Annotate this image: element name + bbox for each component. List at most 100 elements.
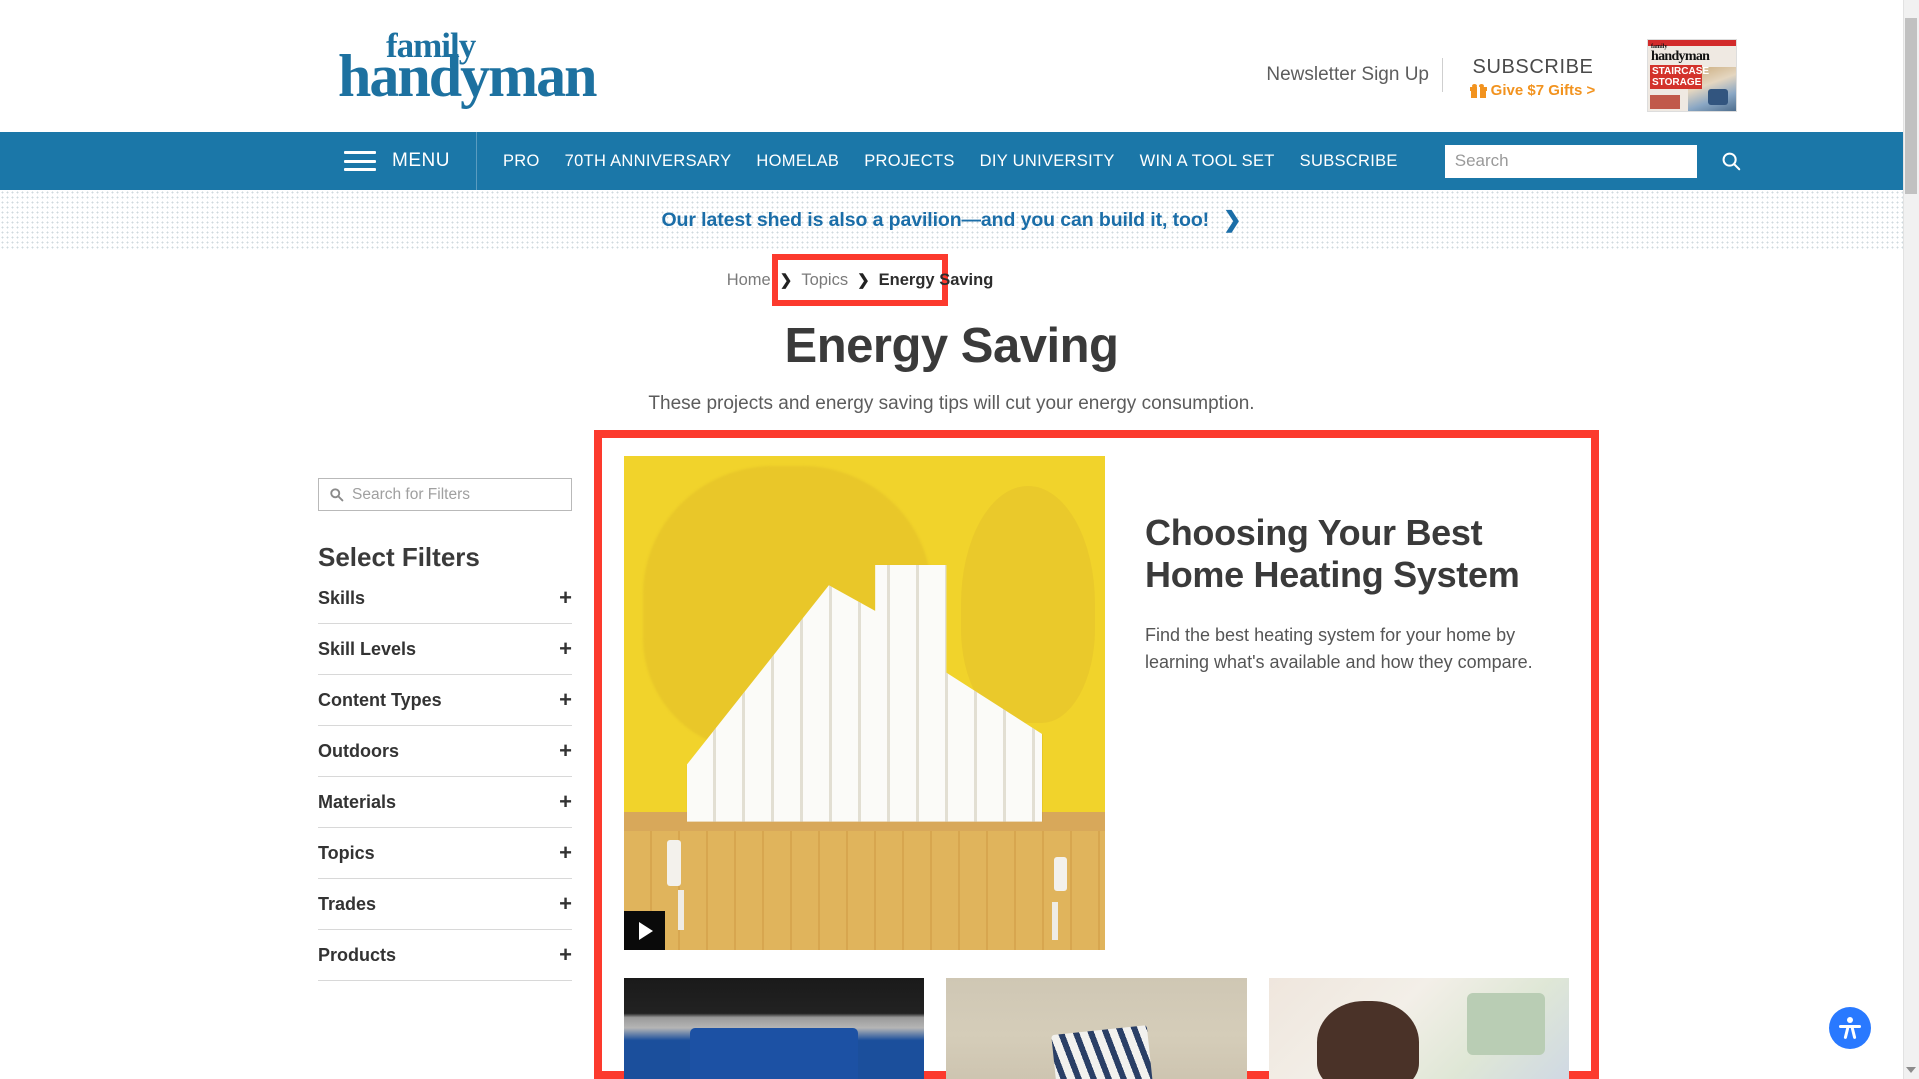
nav-item-pro[interactable]: PRO bbox=[503, 152, 540, 171]
magazine-headline-line1: STAIRCASE bbox=[1652, 66, 1710, 77]
logo-line-handyman: handyman bbox=[338, 43, 597, 109]
header-divider bbox=[1442, 58, 1443, 92]
page-title: Energy Saving bbox=[784, 319, 1119, 373]
magazine-brand-big: handyman bbox=[1651, 49, 1710, 64]
promo-banner-text: Our latest shed is also a pavilion—and y… bbox=[661, 208, 1210, 231]
featured-article-headline: Choosing Your Best Home Heating System bbox=[1145, 512, 1520, 596]
plus-icon: + bbox=[559, 636, 572, 661]
search-icon bbox=[1722, 152, 1740, 171]
chevron-right-icon: ❯ bbox=[857, 272, 870, 289]
nav-item-homelab[interactable]: HOMELAB bbox=[756, 152, 839, 171]
site-masthead: family handyman Newsletter Sign Up SUBSC… bbox=[0, 0, 1903, 132]
nav-item-projects[interactable]: PROJECTS bbox=[864, 152, 954, 171]
newsletter-signup-link[interactable]: Newsletter Sign Up bbox=[1266, 64, 1429, 86]
image-wall-shadow-secondary bbox=[960, 485, 1096, 723]
featured-article-image[interactable] bbox=[624, 456, 1105, 950]
plus-icon: + bbox=[559, 789, 572, 814]
filter-label: Skill Levels bbox=[318, 638, 417, 659]
radiator-pipe-right bbox=[1051, 902, 1058, 941]
gift-icon bbox=[1469, 83, 1487, 98]
subscribe-label: SUBSCRIBE bbox=[1472, 56, 1594, 78]
promo-banner[interactable]: Our latest shed is also a pavilion—and y… bbox=[0, 190, 1903, 250]
filter-group-products[interactable]: Products + bbox=[318, 930, 572, 981]
nav-item-70th-anniversary[interactable]: 70TH ANNIVERSARY bbox=[565, 152, 732, 171]
site-logo[interactable]: family handyman bbox=[338, 28, 613, 106]
filter-group-topics[interactable]: Topics + bbox=[318, 828, 572, 879]
menu-label: MENU bbox=[392, 150, 450, 171]
nav-search-group bbox=[1444, 144, 1743, 178]
plus-icon: + bbox=[559, 687, 572, 712]
featured-article-row: Choosing Your Best Home Heating System F… bbox=[624, 456, 1569, 950]
subscribe-block[interactable]: SUBSCRIBE Give $7 Gifts > bbox=[1453, 55, 1613, 99]
menu-toggle[interactable]: MENU bbox=[0, 132, 477, 190]
page-subtitle: These projects and energy saving tips wi… bbox=[648, 393, 1255, 414]
plus-icon: + bbox=[559, 891, 572, 916]
breadcrumb-item-topics[interactable]: Topics bbox=[801, 271, 848, 290]
primary-navigation-bar: MENU PRO 70TH ANNIVERSARY HOMELAB PROJEC… bbox=[0, 132, 1903, 190]
filter-group-materials[interactable]: Materials + bbox=[318, 777, 572, 828]
content-annotation-box: Choosing Your Best Home Heating System F… bbox=[594, 430, 1599, 1079]
chevron-right-icon: ❯ bbox=[779, 272, 793, 289]
radiator-valve-left bbox=[667, 839, 682, 886]
featured-content-card: Choosing Your Best Home Heating System F… bbox=[602, 438, 1591, 1079]
featured-article-link[interactable]: Choosing Your Best Home Heating System bbox=[1145, 512, 1569, 596]
nav-item-list: PRO 70TH ANNIVERSARY HOMELAB PROJECTS DI… bbox=[477, 144, 1743, 178]
article-thumbnail-row bbox=[624, 978, 1569, 1079]
scrollbar-thumb[interactable] bbox=[1905, 18, 1917, 194]
magazine-small-block bbox=[1650, 95, 1680, 109]
article-thumbnail[interactable] bbox=[624, 978, 925, 1079]
magazine-cover-headline: STAIRCASE STORAGE bbox=[1650, 65, 1709, 89]
search-icon bbox=[330, 488, 344, 502]
breadcrumb-item-home[interactable]: Home bbox=[727, 271, 771, 290]
breadcrumb-annotation-box: Home ❯ Topics ❯ Energy Saving bbox=[727, 254, 993, 306]
select-filters-heading: Select Filters bbox=[318, 542, 480, 572]
filter-label: Topics bbox=[318, 842, 375, 863]
filter-sidebar: Select Filters Skills + Skill Levels + C… bbox=[318, 478, 572, 981]
plus-icon: + bbox=[559, 738, 572, 763]
nav-item-subscribe[interactable]: SUBSCRIBE bbox=[1300, 152, 1398, 171]
image-floor bbox=[624, 831, 1105, 950]
filter-label: Products bbox=[318, 944, 397, 965]
filter-label: Materials bbox=[318, 791, 397, 812]
radiator-pipe-left bbox=[678, 890, 685, 931]
filter-label: Content Types bbox=[318, 689, 442, 710]
filter-group-skills[interactable]: Skills + bbox=[318, 573, 572, 624]
filter-search-box[interactable] bbox=[318, 478, 572, 511]
featured-article-description: Find the best heating system for your ho… bbox=[1145, 625, 1533, 672]
vertical-scrollbar[interactable] bbox=[1903, 0, 1919, 1079]
featured-article-text: Choosing Your Best Home Heating System F… bbox=[1145, 456, 1569, 950]
magazine-headline-line2: STORAGE bbox=[1652, 77, 1702, 88]
play-icon bbox=[639, 921, 653, 940]
filter-group-skill-levels[interactable]: Skill Levels + bbox=[318, 624, 572, 675]
filter-label: Trades bbox=[318, 893, 377, 914]
radiator-valve-right bbox=[1053, 856, 1067, 891]
filter-label: Skills bbox=[318, 587, 366, 608]
plus-icon: + bbox=[559, 942, 572, 967]
accessibility-person-icon bbox=[1839, 1017, 1861, 1040]
nav-item-win-a-tool-set[interactable]: WIN A TOOL SET bbox=[1140, 152, 1275, 171]
filter-group-trades[interactable]: Trades + bbox=[318, 879, 572, 930]
breadcrumb: Home ❯ Topics ❯ Energy Saving bbox=[727, 271, 994, 290]
accessibility-widget-button[interactable] bbox=[1829, 1007, 1871, 1049]
article-thumbnail[interactable] bbox=[1268, 978, 1569, 1079]
nav-item-diy-university[interactable]: DIY UNIVERSITY bbox=[980, 152, 1115, 171]
article-thumbnail[interactable] bbox=[946, 978, 1247, 1079]
browser-page: 1920px × 1080px family handyman Newslett… bbox=[0, 0, 1919, 1079]
gift-offer-label: Give $7 Gifts > bbox=[1490, 82, 1596, 99]
plus-icon: + bbox=[559, 840, 572, 865]
filter-group-content-types[interactable]: Content Types + bbox=[318, 675, 572, 726]
search-input[interactable] bbox=[1444, 144, 1697, 178]
filter-group-outdoors[interactable]: Outdoors + bbox=[318, 726, 572, 777]
search-submit-button[interactable] bbox=[1719, 149, 1743, 173]
magazine-brand: family handyman bbox=[1651, 44, 1710, 64]
magazine-cover-thumbnail[interactable]: family handyman STAIRCASE STORAGE bbox=[1647, 39, 1737, 112]
chevron-right-icon: ❯ bbox=[1223, 207, 1242, 232]
plus-icon: + bbox=[559, 585, 572, 610]
filter-search-input[interactable] bbox=[352, 485, 542, 504]
scrollbar-down-arrow-icon[interactable] bbox=[1906, 1067, 1916, 1073]
play-button[interactable] bbox=[624, 911, 665, 950]
hamburger-icon bbox=[344, 151, 376, 171]
filter-label: Outdoors bbox=[318, 740, 399, 761]
breadcrumb-item-current: Energy Saving bbox=[878, 270, 994, 289]
gift-offer-row[interactable]: Give $7 Gifts > bbox=[1453, 82, 1613, 99]
